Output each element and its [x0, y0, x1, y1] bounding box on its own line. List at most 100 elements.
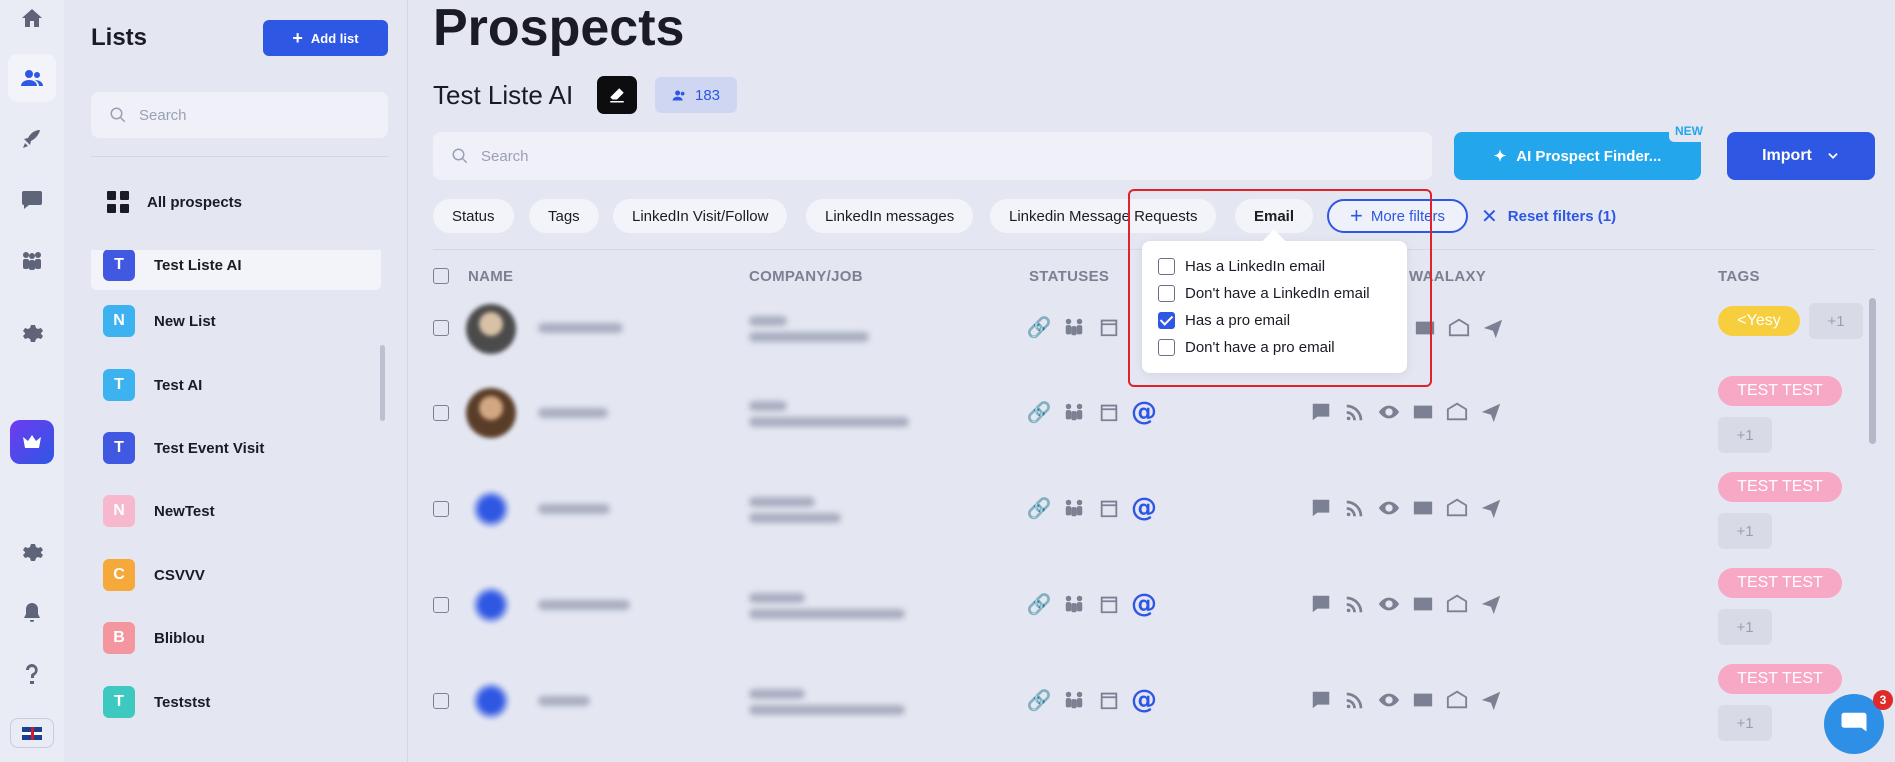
- mail-icon[interactable]: [1411, 497, 1435, 519]
- tag-badge[interactable]: TEST TEST: [1718, 568, 1842, 598]
- mail-icon[interactable]: [1411, 593, 1435, 615]
- list-item-test-liste-ai[interactable]: T Test Liste AI: [91, 250, 381, 290]
- row-checkbox[interactable]: [433, 405, 449, 421]
- rss-icon[interactable]: [1343, 689, 1367, 711]
- mail-icon[interactable]: [1411, 689, 1435, 711]
- rss-icon[interactable]: [1343, 593, 1367, 615]
- all-prospects-item[interactable]: All prospects: [107, 191, 242, 213]
- calendar-icon[interactable]: [1097, 497, 1121, 519]
- more-tags-badge[interactable]: +1: [1718, 705, 1772, 741]
- rss-icon[interactable]: [1343, 401, 1367, 423]
- column-header-company[interactable]: COMPANY/JOB: [749, 268, 863, 285]
- team-icon[interactable]: [1062, 497, 1086, 519]
- send-icon[interactable]: [1479, 593, 1503, 615]
- send-icon[interactable]: [1481, 317, 1505, 339]
- send-icon[interactable]: [1479, 401, 1503, 423]
- linkedin-message-icon[interactable]: [1309, 401, 1333, 423]
- filter-linkedin-visit-follow[interactable]: LinkedIn Visit/Follow: [613, 199, 788, 233]
- link-icon[interactable]: 🔗: [1027, 316, 1052, 339]
- prospect-search-input[interactable]: Search: [433, 132, 1432, 180]
- table-row[interactable]: 🔗 @ TEST TEST +1: [433, 472, 1875, 581]
- more-tags-badge[interactable]: +1: [1718, 417, 1772, 453]
- list-item-test-event-visit[interactable]: T Test Event Visit: [91, 423, 381, 473]
- tag-badge[interactable]: TEST TEST: [1718, 376, 1842, 406]
- filter-linkedin-messages[interactable]: LinkedIn messages: [806, 199, 974, 233]
- list-item-bliblou[interactable]: B Bliblou: [91, 613, 381, 663]
- tag-badge[interactable]: <Yesy: [1718, 306, 1800, 336]
- list-item-csvvv[interactable]: C CSVVV: [91, 550, 381, 600]
- team-icon[interactable]: [1062, 593, 1086, 615]
- more-tags-badge[interactable]: +1: [1718, 513, 1772, 549]
- column-header-name[interactable]: NAME: [468, 268, 513, 285]
- mail-open-icon[interactable]: [1445, 401, 1469, 423]
- mail-open-icon[interactable]: [1445, 497, 1469, 519]
- import-button[interactable]: Import: [1727, 132, 1875, 180]
- lists-scrollbar[interactable]: [380, 345, 385, 421]
- filter-status[interactable]: Status: [433, 199, 514, 233]
- crown-icon[interactable]: [10, 420, 54, 464]
- column-header-statuses[interactable]: STATUSES: [1029, 268, 1109, 285]
- send-icon[interactable]: [1479, 689, 1503, 711]
- list-item-newtest[interactable]: N NewTest: [91, 486, 381, 536]
- column-header-tags[interactable]: TAGS: [1718, 268, 1760, 285]
- language-selector[interactable]: [10, 718, 54, 748]
- table-row[interactable]: 🔗 @ TEST TEST +1: [433, 664, 1875, 762]
- calendar-icon[interactable]: [1097, 401, 1121, 423]
- list-item-teststst[interactable]: T Teststst: [91, 677, 381, 727]
- list-item-new-list[interactable]: N New List: [91, 296, 381, 346]
- bell-icon[interactable]: [8, 589, 56, 637]
- calendar-icon[interactable]: [1097, 593, 1121, 615]
- linkedin-message-icon[interactable]: [1309, 497, 1333, 519]
- rocket-icon[interactable]: [8, 115, 56, 163]
- link-icon[interactable]: 🔗: [1027, 401, 1052, 424]
- settings-icon[interactable]: [8, 309, 56, 357]
- linkedin-message-icon[interactable]: [1309, 593, 1333, 615]
- calendar-icon[interactable]: [1097, 689, 1121, 711]
- email-at-icon[interactable]: @: [1131, 397, 1157, 427]
- eye-icon[interactable]: [1377, 593, 1401, 615]
- send-icon[interactable]: [1479, 497, 1503, 519]
- tag-badge[interactable]: TEST TEST: [1718, 472, 1842, 502]
- eye-icon[interactable]: [1377, 497, 1401, 519]
- users-icon[interactable]: [8, 54, 56, 102]
- eye-icon[interactable]: [1377, 689, 1401, 711]
- table-row[interactable]: 🔗 @ TEST TEST +1: [433, 568, 1875, 677]
- team-icon[interactable]: [1062, 401, 1086, 423]
- filter-tags[interactable]: Tags: [529, 199, 599, 233]
- mail-open-icon[interactable]: [1447, 317, 1471, 339]
- more-tags-badge[interactable]: +1: [1809, 303, 1863, 339]
- home-icon[interactable]: [8, 0, 56, 42]
- gear-icon[interactable]: [8, 528, 56, 576]
- linkedin-message-icon[interactable]: [1309, 689, 1333, 711]
- mail-open-icon[interactable]: [1445, 689, 1469, 711]
- lists-search-input[interactable]: Search: [91, 92, 388, 138]
- link-icon[interactable]: 🔗: [1027, 497, 1052, 520]
- main-scrollbar[interactable]: [1869, 298, 1876, 444]
- row-checkbox[interactable]: [433, 501, 449, 517]
- team-icon[interactable]: [1062, 689, 1086, 711]
- link-icon[interactable]: 🔗: [1027, 593, 1052, 616]
- reset-filters-button[interactable]: ✕ Reset filters (1): [1481, 199, 1616, 233]
- help-icon[interactable]: [8, 650, 56, 698]
- mail-open-icon[interactable]: [1445, 593, 1469, 615]
- table-row[interactable]: 🔗 @ TEST TEST +1: [433, 376, 1875, 485]
- ai-prospect-finder-button[interactable]: ✦ AI Prospect Finder...: [1454, 132, 1701, 180]
- rss-icon[interactable]: [1343, 497, 1367, 519]
- link-icon[interactable]: 🔗: [1027, 689, 1052, 712]
- edit-list-button[interactable]: [597, 76, 637, 114]
- tag-badge[interactable]: TEST TEST: [1718, 664, 1842, 694]
- row-checkbox[interactable]: [433, 320, 449, 336]
- mail-icon[interactable]: [1411, 401, 1435, 423]
- team-icon[interactable]: [8, 237, 56, 285]
- email-at-icon[interactable]: @: [1131, 493, 1157, 523]
- row-checkbox[interactable]: [433, 693, 449, 709]
- more-tags-badge[interactable]: +1: [1718, 609, 1772, 645]
- add-list-button[interactable]: + Add list: [263, 20, 388, 56]
- row-checkbox[interactable]: [433, 597, 449, 613]
- team-icon[interactable]: [1062, 316, 1086, 338]
- list-item-test-ai[interactable]: T Test AI: [91, 360, 381, 410]
- chat-icon[interactable]: [8, 176, 56, 224]
- calendar-icon[interactable]: [1097, 316, 1121, 338]
- email-at-icon[interactable]: @: [1131, 685, 1157, 715]
- email-at-icon[interactable]: @: [1131, 589, 1157, 619]
